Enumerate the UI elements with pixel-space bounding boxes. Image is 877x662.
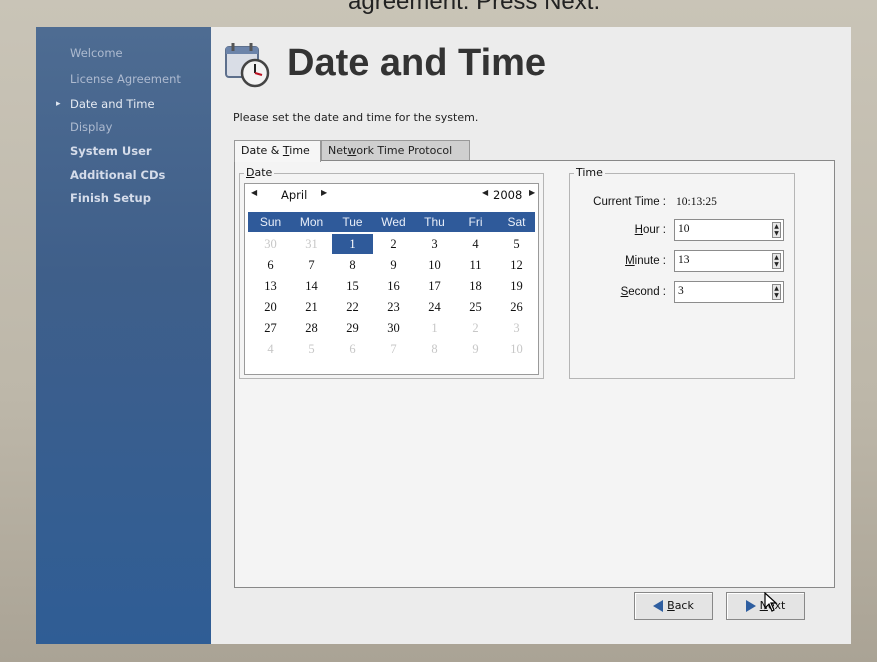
calendar-day[interactable]: 1: [332, 234, 373, 254]
calendar-day[interactable]: 31: [291, 234, 332, 254]
current-time-label: Current Time :: [593, 196, 666, 208]
calendar-day[interactable]: 17: [414, 276, 455, 296]
calendar-day[interactable]: 25: [455, 297, 496, 317]
calendar-day[interactable]: 30: [250, 234, 291, 254]
calendar-day[interactable]: 7: [291, 255, 332, 275]
calendar-day[interactable]: 30: [373, 318, 414, 338]
calendar-day[interactable]: 2: [455, 318, 496, 338]
next-month-icon[interactable]: ▶: [321, 188, 327, 197]
calendar-day[interactable]: 11: [455, 255, 496, 275]
minute-label: Minute :: [625, 255, 666, 267]
calendar-day[interactable]: 4: [250, 339, 291, 359]
calendar-day[interactable]: 22: [332, 297, 373, 317]
prev-month-icon[interactable]: ◀: [251, 188, 257, 197]
sidebar-item-system-user: System User: [70, 144, 152, 158]
hour-value: 10: [678, 223, 690, 235]
hour-spinbox[interactable]: 10 ▲ ▼: [674, 219, 784, 241]
mouse-pointer-icon: [764, 592, 778, 612]
date-frame: Date ◀ April ▶ ◀ 2008 ▶ Sun Mon Tue Wed Thu F…: [239, 166, 544, 379]
calendar-day[interactable]: 2: [373, 234, 414, 254]
calendar-year: 2008: [493, 188, 523, 202]
sidebar-item-additional-cds: Additional CDs: [70, 168, 166, 182]
calendar-day[interactable]: 23: [373, 297, 414, 317]
weekday-header: Wed: [381, 215, 406, 229]
back-button[interactable]: Back: [634, 592, 713, 620]
calendar-month: April: [281, 188, 308, 202]
sidebar-item-date-and-time: Date and Time: [70, 97, 155, 111]
weekday-header: Sun: [259, 215, 282, 229]
screen: ▸ Welcome License Agreement Date and Tim…: [36, 27, 851, 644]
next-year-icon[interactable]: ▶: [529, 188, 535, 197]
current-step-marker-icon: ▸: [56, 99, 61, 109]
time-frame: Time Current Time : 10:13:25 Hour : 10 ▲…: [569, 166, 795, 379]
calendar-weekday-header: Sun Mon Tue Wed Thu Fri Sat: [248, 212, 535, 232]
calendar-day[interactable]: 24: [414, 297, 455, 317]
tab-date-time[interactable]: Date & Time: [234, 140, 321, 162]
hour-spin-arrows-icon[interactable]: ▲ ▼: [772, 222, 781, 238]
calendar-day[interactable]: 26: [496, 297, 537, 317]
minute-spin-arrows-icon[interactable]: ▲ ▼: [772, 253, 781, 269]
calendar-day[interactable]: 16: [373, 276, 414, 296]
sidebar-item-welcome: Welcome: [70, 46, 123, 60]
calendar-day[interactable]: 4: [455, 234, 496, 254]
calendar-day[interactable]: 3: [414, 234, 455, 254]
minute-value: 13: [678, 254, 690, 266]
overlay-caption: agreement. Press Next.: [348, 0, 601, 14]
calendar-day[interactable]: 8: [414, 339, 455, 359]
calendar-day[interactable]: 27: [250, 318, 291, 338]
page-title: Date and Time: [287, 42, 547, 84]
calendar-day[interactable]: 28: [291, 318, 332, 338]
main-content: Date and Time Please set the date and ti…: [211, 27, 851, 644]
calendar-day[interactable]: 3: [496, 318, 537, 338]
hour-label: Hour :: [634, 224, 666, 236]
prev-year-icon[interactable]: ◀: [482, 188, 488, 197]
weekday-header: Sat: [507, 215, 526, 229]
second-value: 3: [678, 285, 684, 297]
calendar-day[interactable]: 9: [373, 255, 414, 275]
second-spin-arrows-icon[interactable]: ▲ ▼: [772, 284, 781, 300]
sidebar-item-license-agreement: License Agreement: [70, 72, 181, 86]
calendar-day[interactable]: 1: [414, 318, 455, 338]
time-frame-label: Time: [574, 166, 605, 179]
calendar-day[interactable]: 5: [496, 234, 537, 254]
calendar-day[interactable]: 20: [250, 297, 291, 317]
calendar-day[interactable]: 7: [373, 339, 414, 359]
calendar-day[interactable]: 6: [332, 339, 373, 359]
weekday-header: Tue: [342, 215, 363, 229]
second-label: Second :: [620, 286, 666, 298]
second-spinbox[interactable]: 3 ▲ ▼: [674, 281, 784, 303]
calendar-day[interactable]: 10: [496, 339, 537, 359]
calendar-day[interactable]: 14: [291, 276, 332, 296]
calendar-day[interactable]: 8: [332, 255, 373, 275]
tab-panel: Date ◀ April ▶ ◀ 2008 ▶ Sun Mon Tue Wed Thu F…: [234, 160, 835, 588]
calendar-day[interactable]: 29: [332, 318, 373, 338]
page-subtitle: Please set the date and time for the sys…: [233, 111, 479, 124]
weekday-header: Mon: [299, 215, 324, 229]
minute-spinbox[interactable]: 13 ▲ ▼: [674, 250, 784, 272]
calendar[interactable]: ◀ April ▶ ◀ 2008 ▶ Sun Mon Tue Wed Thu Fri Sat…: [244, 183, 539, 375]
calendar-day[interactable]: 19: [496, 276, 537, 296]
current-time-value: 10:13:25: [676, 196, 717, 208]
tab-network-time-protocol[interactable]: Network Time Protocol: [321, 140, 470, 160]
calendar-day[interactable]: 9: [455, 339, 496, 359]
back-arrow-icon: [653, 600, 664, 612]
calendar-day[interactable]: 5: [291, 339, 332, 359]
calendar-day[interactable]: 15: [332, 276, 373, 296]
calendar-day[interactable]: 21: [291, 297, 332, 317]
calendar-day[interactable]: 12: [496, 255, 537, 275]
calendar-day[interactable]: 18: [455, 276, 496, 296]
calendar-day[interactable]: 6: [250, 255, 291, 275]
sidebar-item-display: Display: [70, 120, 113, 134]
calendar-clock-icon: [225, 43, 270, 88]
date-frame-label: Date: [244, 166, 275, 179]
next-arrow-icon: [745, 600, 756, 612]
calendar-day[interactable]: 10: [414, 255, 455, 275]
weekday-header: Thu: [424, 215, 445, 229]
calendar-day[interactable]: 13: [250, 276, 291, 296]
weekday-header: Fri: [468, 215, 483, 229]
sidebar-item-finish-setup: Finish Setup: [70, 191, 151, 205]
sidebar: ▸ Welcome License Agreement Date and Tim…: [36, 27, 211, 644]
